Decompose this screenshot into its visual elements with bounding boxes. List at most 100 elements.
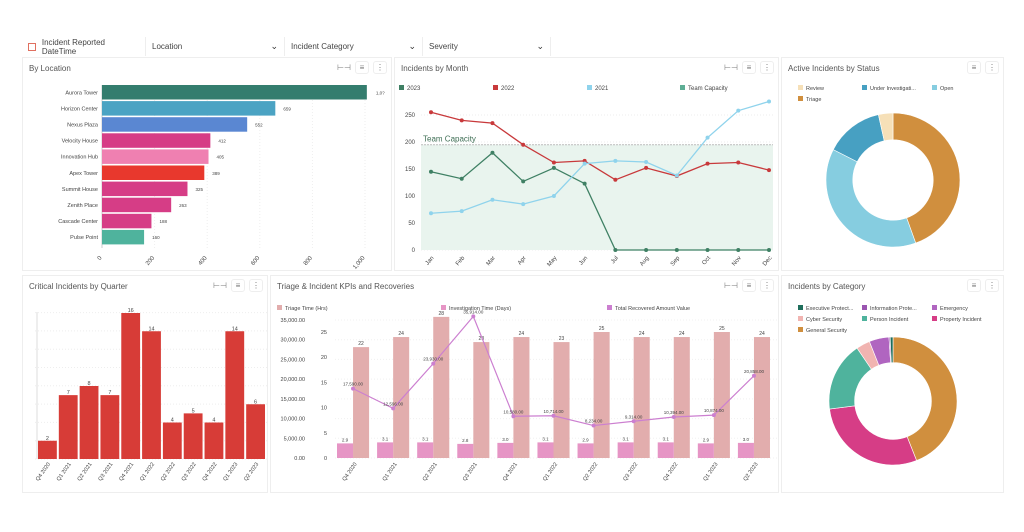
x-tick-label: 1,000 [352,255,367,270]
x-tick-label: Apr [517,255,528,266]
category-label: Zenith Place [67,203,98,209]
x-tick-label: Q2 2021 [77,462,94,483]
data-label: 263 [179,203,187,208]
legend-label: Emergency [940,306,968,312]
chart-svg: 2 Q4 2020 7 Q1 2021 8 Q2 2021 7 Q3 2021 16 Q4 202… [35,308,267,483]
data-point [736,160,741,165]
data-point [511,414,516,419]
data-point [551,194,556,198]
x-tick-label: Dec [762,255,773,267]
data-point [705,248,710,252]
data-label: 3.0 [502,437,509,442]
bar [204,422,224,459]
data-label: 3.1 [422,436,429,441]
data-label: 24 [639,331,645,337]
bar [102,133,211,148]
bar-triage-time [753,337,770,458]
x-tick-label: Q3 2021 [97,462,114,483]
x-tick-label: Q2 2023 [743,462,760,483]
chart-svg: 2023 2022 2021 Team Capacity 0 50 100 150 200 250… [399,85,775,268]
data-point [521,202,526,207]
x-tick-label: Q2 2022 [160,462,177,483]
data-label: 22 [358,341,364,347]
category-label: Apex Tower [69,171,98,177]
x-tick-label: Q4 2020 [342,462,359,483]
y-tick-label: 200 [405,140,416,146]
legend-swatch [862,316,867,321]
x-tick-label: 600 [250,255,261,267]
data-label: 24 [679,331,685,337]
data-point [551,160,556,165]
legend-label: 2022 [501,86,515,92]
data-point [767,99,771,104]
team-capacity-band [421,144,773,250]
y-tick-label: 250 [405,113,416,119]
data-point [767,248,771,252]
legend-swatch [399,85,404,90]
x-tick-label: Aug [639,255,650,267]
bar [102,197,172,213]
bar-investigation-time [537,442,554,458]
bar-investigation-time [737,442,754,458]
data-point [736,248,741,252]
filter-label: Severity [429,42,458,51]
team-capacity-label: Team Capacity [423,135,476,144]
bar [102,165,205,180]
chart-svg: Review Under Investigati... Open Triage [798,85,961,248]
filter-incident-category[interactable]: Incident Category ⌄ [285,37,423,56]
data-label: 659 [283,106,291,111]
legend-label: Cyber Security [806,317,842,323]
data-label: 412 [218,139,226,144]
legend-label: Person Incident [870,317,909,323]
legend-swatch [798,85,803,90]
bar [183,413,203,459]
legend-label: Total Recovered Amount Value [615,306,690,312]
x-tick-label: Q4 2021 [118,462,135,483]
data-point [521,142,526,147]
data-point [490,197,495,202]
bar [102,85,367,100]
checkbox-icon[interactable] [28,42,36,51]
data-point [671,415,676,420]
y-left-tick-label: 5,000.00 [284,436,305,442]
filter-severity[interactable]: Severity ⌄ [423,37,551,56]
filter-label: Incident Category [291,42,354,51]
category-label: Cascade Center [58,219,98,225]
y-left-tick-label: 25,000.00 [281,357,305,363]
panel-incidents-by-category: Incidents by Category ≡ ⋮ Executive Protect… [781,275,1004,493]
legend-label: Team Capacity [688,86,728,92]
chevron-down-icon: ⌄ [408,41,416,51]
data-label: 20,858.00 [744,369,765,374]
chevron-down-icon: ⌄ [270,41,278,51]
x-tick-label: 800 [303,255,314,267]
data-label: 389 [212,171,220,176]
legend-swatch [798,316,803,321]
data-label: 9,314.00 [625,414,643,419]
bar-investigation-time [577,443,594,458]
filter-location[interactable]: Location ⌄ [146,37,285,56]
x-tick-label: Q1 2022 [139,462,156,483]
data-point [582,161,587,166]
data-label: 10,580.00 [503,409,524,414]
bar-investigation-time [657,442,674,458]
data-label: 28 [438,311,444,317]
y-left-tick-label: 15,000.00 [281,397,305,403]
y-right-tick-label: 0 [324,456,327,462]
x-tick-label: Sep [670,255,682,268]
legend-label: Under Investigati... [870,86,916,92]
y-left-tick-label: 10,000.00 [281,417,305,423]
panel-triage-kpis: Triage & Incident KPIs and Recoveries ⊢⊣ ≡… [270,275,779,493]
data-point [644,165,649,170]
y-tick-label: 100 [405,194,416,200]
bar [102,229,145,245]
y-right-tick-label: 20 [321,355,327,361]
x-tick-label: Mar [486,255,497,267]
x-tick-label: Q2 2023 [243,462,260,483]
data-label: 7 [67,390,70,396]
data-label: 23 [559,336,565,342]
x-tick-label: Q2 2021 [422,462,439,483]
bar-investigation-time [497,442,514,458]
filter-datetime[interactable]: Incident Reported DateTime [22,37,146,56]
x-tick-label: Q3 2021 [462,462,479,483]
legend-label: 2021 [595,86,609,92]
